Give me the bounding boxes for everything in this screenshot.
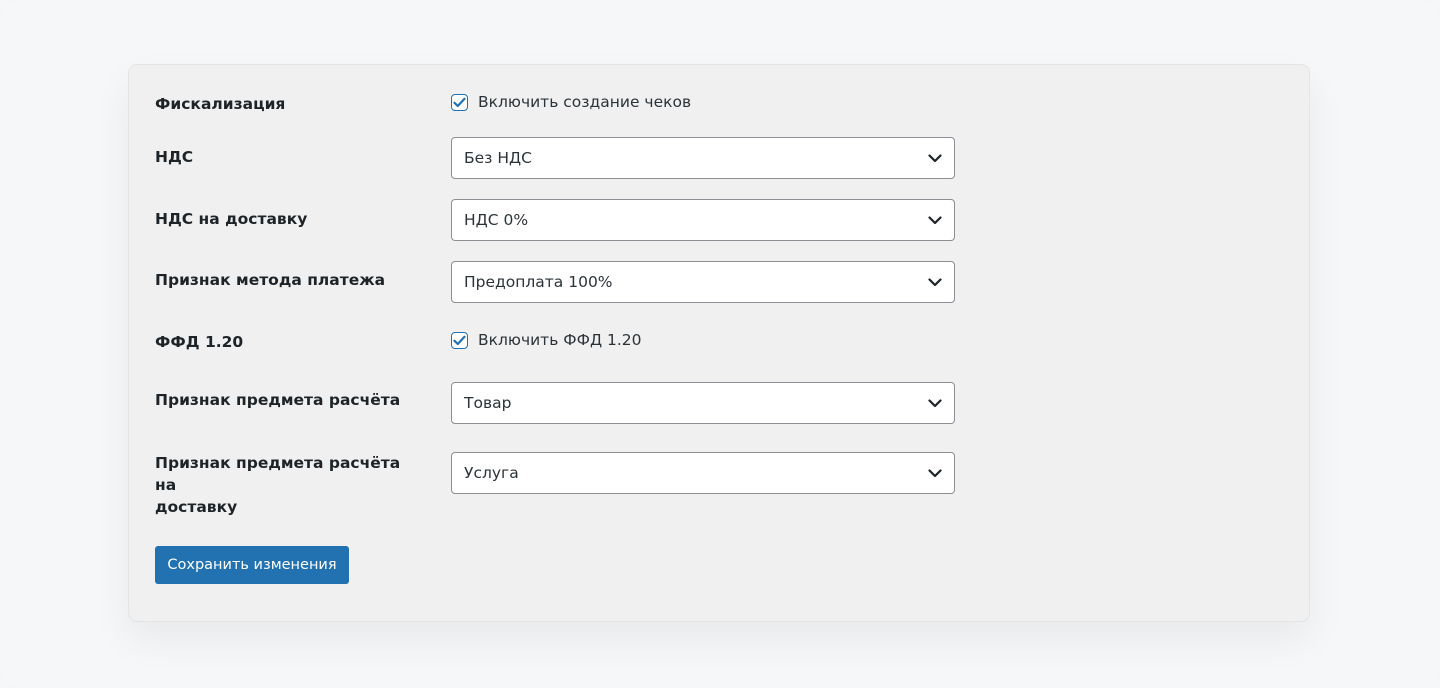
vat-delivery-label: НДС на доставку xyxy=(155,210,308,228)
payment-object-delivery-select[interactable]: Услуга xyxy=(451,452,955,494)
fiscalization-label: Фискализация xyxy=(155,95,286,113)
payment-method-select-value: Предоплата 100% xyxy=(464,273,613,291)
payment-object-select[interactable]: Товар xyxy=(451,382,955,424)
vat-delivery-select[interactable]: НДС 0% xyxy=(451,199,955,241)
chevron-down-icon xyxy=(928,215,942,225)
payment-object-select-value: Товар xyxy=(464,394,512,412)
payment-object-delivery-label-line1: Признак предмета расчёта на xyxy=(155,454,401,494)
vat-delivery-select-value: НДС 0% xyxy=(464,211,529,229)
vat-label: НДС xyxy=(155,148,194,166)
payment-method-label: Признак метода платежа xyxy=(155,271,386,289)
page-background: Фискализация Включить создание чеков НДС… xyxy=(0,0,1440,688)
chevron-down-icon xyxy=(928,153,942,163)
vat-select[interactable]: Без НДС xyxy=(451,137,955,179)
check-icon xyxy=(453,335,466,345)
fiscalization-checkbox[interactable] xyxy=(451,93,468,111)
payment-object-delivery-label-line2: доставку xyxy=(155,498,238,516)
chevron-down-icon xyxy=(928,277,942,287)
ffd-checkbox[interactable] xyxy=(451,331,468,349)
vat-select-value: Без НДС xyxy=(464,149,532,167)
chevron-down-icon xyxy=(928,468,942,478)
chevron-down-icon xyxy=(928,398,942,408)
ffd-checkbox-label[interactable]: Включить ФФД 1.20 xyxy=(478,331,642,349)
save-button[interactable]: Сохранить изменения xyxy=(155,546,349,584)
ffd-label: ФФД 1.20 xyxy=(155,333,244,351)
check-icon xyxy=(453,97,466,107)
payment-object-label: Признак предмета расчёта xyxy=(155,391,401,409)
settings-panel: Фискализация Включить создание чеков НДС… xyxy=(128,64,1310,622)
payment-object-delivery-select-value: Услуга xyxy=(464,464,519,482)
ffd-checkbox-group[interactable]: Включить ФФД 1.20 xyxy=(451,331,642,349)
payment-method-select[interactable]: Предоплата 100% xyxy=(451,261,955,303)
fiscalization-checkbox-label[interactable]: Включить создание чеков xyxy=(478,93,691,111)
payment-object-delivery-label: Признак предмета расчёта на доставку xyxy=(155,452,425,518)
fiscalization-checkbox-group[interactable]: Включить создание чеков xyxy=(451,93,691,111)
